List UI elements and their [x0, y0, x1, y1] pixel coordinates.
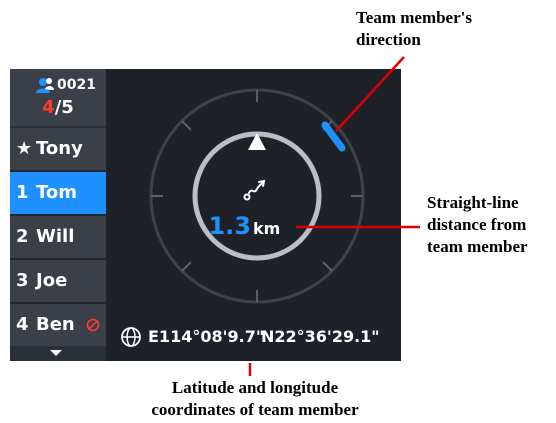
- team-sidebar: 0021 4/5 ★ Tony 1 Tom 2 Will 3 Joe 4 Ben: [10, 69, 106, 361]
- member-index: 2: [16, 226, 29, 247]
- member-count: 4/5: [10, 97, 106, 118]
- device-screen: 0021 4/5 ★Tony 1 Tom 2 Will 3 Joe 4 Ben: [10, 69, 401, 361]
- compass-dial: 1.3 km: [149, 88, 365, 304]
- team-users-icon: [36, 78, 54, 93]
- direction-annotation: Team member's direction: [356, 8, 472, 49]
- member-item-joe[interactable]: 3 Joe: [10, 260, 106, 302]
- muted-icon: [86, 304, 100, 346]
- member-item-tom[interactable]: 1 Tom: [10, 172, 106, 214]
- scroll-down-icon[interactable]: [50, 350, 62, 356]
- coordinates-bar: E114°08'9.7" N22°36'29.1": [114, 323, 401, 353]
- member-item-will[interactable]: 2 Will: [10, 216, 106, 258]
- longitude-value: E114°08'9.7": [148, 327, 265, 346]
- member-name: Tony: [36, 138, 83, 159]
- member-name: Tom: [36, 182, 78, 203]
- coordinates-annotation: Latitude and longitude coordinates of te…: [151, 378, 359, 419]
- distance-annotation: Straight-line distance from team member: [427, 193, 528, 256]
- leader-star-icon: ★: [16, 138, 33, 159]
- globe-icon: [121, 327, 141, 347]
- total-count: /5: [54, 97, 74, 118]
- member-item-tony[interactable]: ★ Tony: [10, 128, 106, 170]
- member-index: 4: [16, 314, 29, 335]
- latitude-value: N22°36'29.1": [261, 327, 380, 346]
- online-count: 4: [42, 97, 55, 118]
- member-name: Ben: [36, 314, 75, 335]
- member-index: 1: [16, 182, 29, 203]
- distance-value: 1.3: [208, 212, 251, 240]
- team-id: 0021: [57, 77, 96, 93]
- member-index: 3: [16, 270, 29, 291]
- member-item-ben[interactable]: 4 Ben: [10, 304, 106, 346]
- distance-unit: km: [253, 219, 280, 238]
- member-name: Will: [36, 226, 75, 247]
- team-header: 0021 4/5: [10, 69, 106, 126]
- member-name: Joe: [36, 270, 68, 291]
